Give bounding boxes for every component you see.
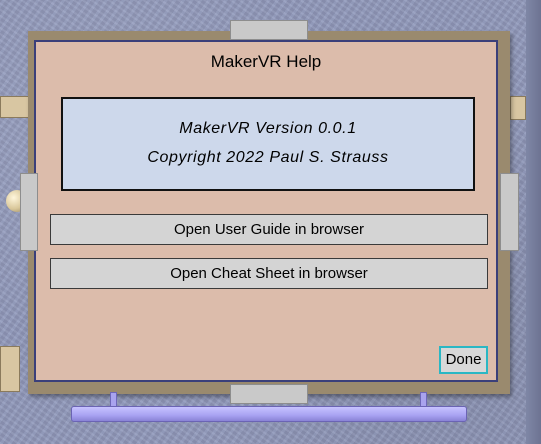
bottom-drag-handle[interactable] <box>230 384 308 404</box>
version-text: MakerVR Version 0.0.1 <box>179 120 357 137</box>
right-drag-handle[interactable] <box>500 173 519 251</box>
help-panel <box>34 40 498 382</box>
copyright-text: Copyright 2022 Paul S. Strauss <box>147 149 389 166</box>
scene-rail-right <box>510 96 526 120</box>
stand-bar[interactable] <box>71 406 467 422</box>
scene-right-edge <box>526 0 541 444</box>
dialog-title: MakerVR Help <box>210 52 322 71</box>
open-user-guide-button[interactable]: Open User Guide in browser <box>50 214 488 245</box>
scene-block-bottom-left <box>0 346 20 392</box>
open-cheat-sheet-button[interactable]: Open Cheat Sheet in browser <box>50 258 488 289</box>
done-button[interactable]: Done <box>439 346 488 374</box>
top-drag-handle[interactable] <box>230 20 308 40</box>
version-info-box <box>61 97 475 191</box>
left-drag-handle[interactable] <box>20 173 38 251</box>
